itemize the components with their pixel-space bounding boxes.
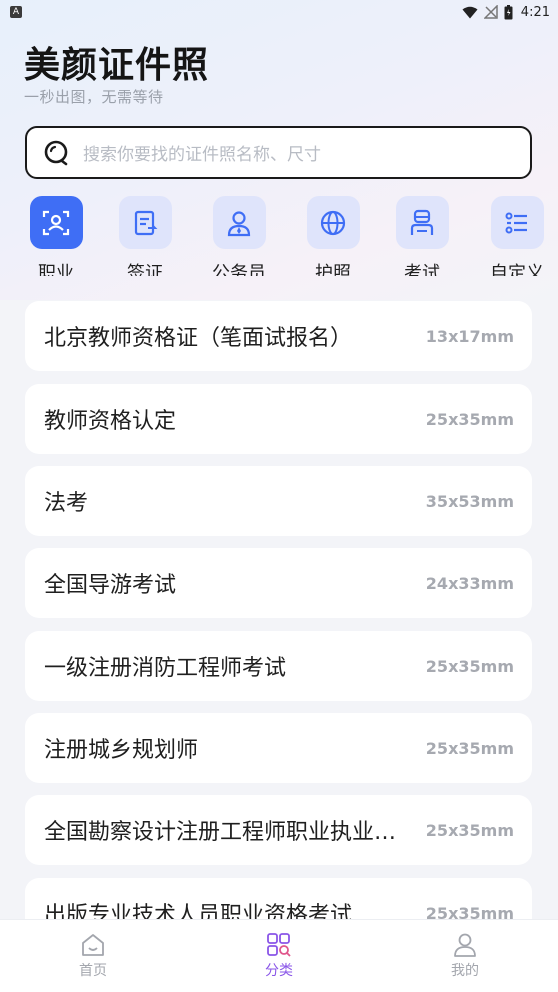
status-bar: A 4:21 bbox=[0, 0, 558, 24]
category-label: 公务员 bbox=[212, 263, 266, 276]
app-notification-icon: A bbox=[10, 6, 22, 18]
category-visa[interactable]: 签证 bbox=[100, 196, 190, 276]
item-name: 全国勘察设计注册工程师职业执业资格考试 bbox=[44, 820, 406, 845]
search-icon bbox=[44, 140, 68, 165]
category-career[interactable]: 职业 bbox=[11, 196, 101, 276]
page-title: 美颜证件照 bbox=[24, 45, 210, 86]
search-input[interactable]: 搜索你要找的证件照名称、尺寸 bbox=[25, 126, 532, 179]
category-label: 自定义 bbox=[490, 263, 544, 276]
item-name: 注册城乡规划师 bbox=[44, 738, 199, 763]
item-name: 北京教师资格证（笔面试报名） bbox=[44, 326, 353, 351]
list-item[interactable]: 教师资格认定 25x35mm bbox=[25, 384, 532, 454]
item-name: 教师资格认定 bbox=[44, 409, 177, 434]
tab-home[interactable]: 首页 bbox=[0, 920, 186, 992]
tab-label: 我的 bbox=[451, 963, 479, 979]
category-custom[interactable]: 自定义 bbox=[472, 196, 558, 276]
officer-icon bbox=[227, 210, 251, 236]
category-passport[interactable]: 护照 bbox=[288, 196, 378, 276]
tab-label: 首页 bbox=[79, 963, 107, 979]
category-label: 考试 bbox=[404, 263, 440, 276]
list-item[interactable]: 一级注册消防工程师考试 25x35mm bbox=[25, 631, 532, 701]
category-icon bbox=[267, 933, 291, 957]
item-size: 13x17mm bbox=[425, 326, 514, 346]
clock: 4:21 bbox=[520, 4, 550, 20]
tab-category[interactable]: 分类 bbox=[186, 920, 372, 992]
item-name: 法考 bbox=[44, 491, 89, 516]
tab-label: 分类 bbox=[265, 963, 293, 979]
item-size: 25x35mm bbox=[425, 409, 514, 429]
no-signal-icon bbox=[483, 5, 498, 19]
item-size: 25x35mm bbox=[425, 656, 514, 676]
category-label: 职业 bbox=[38, 263, 74, 276]
category-civil-servant[interactable]: 公务员 bbox=[194, 196, 284, 276]
list-item[interactable]: 全国导游考试 24x33mm bbox=[25, 548, 532, 618]
category-strip: 职业 签证 公务员 护照 考试 自定义 bbox=[0, 196, 558, 276]
person-frame-icon bbox=[42, 210, 70, 235]
item-size: 25x35mm bbox=[425, 738, 514, 758]
list-icon bbox=[505, 212, 527, 233]
item-name: 一级注册消防工程师考试 bbox=[44, 656, 287, 681]
category-exam[interactable]: 考试 bbox=[377, 196, 467, 276]
exam-icon bbox=[410, 209, 434, 235]
item-name: 全国导游考试 bbox=[44, 573, 177, 598]
list-item[interactable]: 注册城乡规划师 25x35mm bbox=[25, 713, 532, 783]
bottom-tab-bar: 首页 分类 我的 bbox=[0, 920, 558, 992]
list-item[interactable]: 法考 35x53mm bbox=[25, 466, 532, 536]
item-size: 25x35mm bbox=[425, 820, 514, 840]
item-size: 24x33mm bbox=[425, 573, 514, 593]
item-size: 35x53mm bbox=[425, 491, 514, 511]
page-subtitle: 一秒出图，无需等待 bbox=[24, 88, 164, 106]
list-item[interactable]: 北京教师资格证（笔面试报名） 13x17mm bbox=[25, 301, 532, 371]
wifi-icon bbox=[462, 6, 478, 18]
profile-icon bbox=[454, 933, 476, 957]
tab-profile[interactable]: 我的 bbox=[372, 920, 558, 992]
battery-icon bbox=[504, 4, 513, 19]
home-icon bbox=[82, 934, 104, 956]
category-label: 签证 bbox=[127, 263, 163, 276]
category-label: 护照 bbox=[315, 263, 351, 276]
search-placeholder: 搜索你要找的证件照名称、尺寸 bbox=[83, 145, 321, 165]
list-item[interactable]: 全国勘察设计注册工程师职业执业资格考试 25x35mm bbox=[25, 795, 532, 865]
globe-icon bbox=[320, 210, 346, 235]
document-icon bbox=[134, 210, 158, 235]
